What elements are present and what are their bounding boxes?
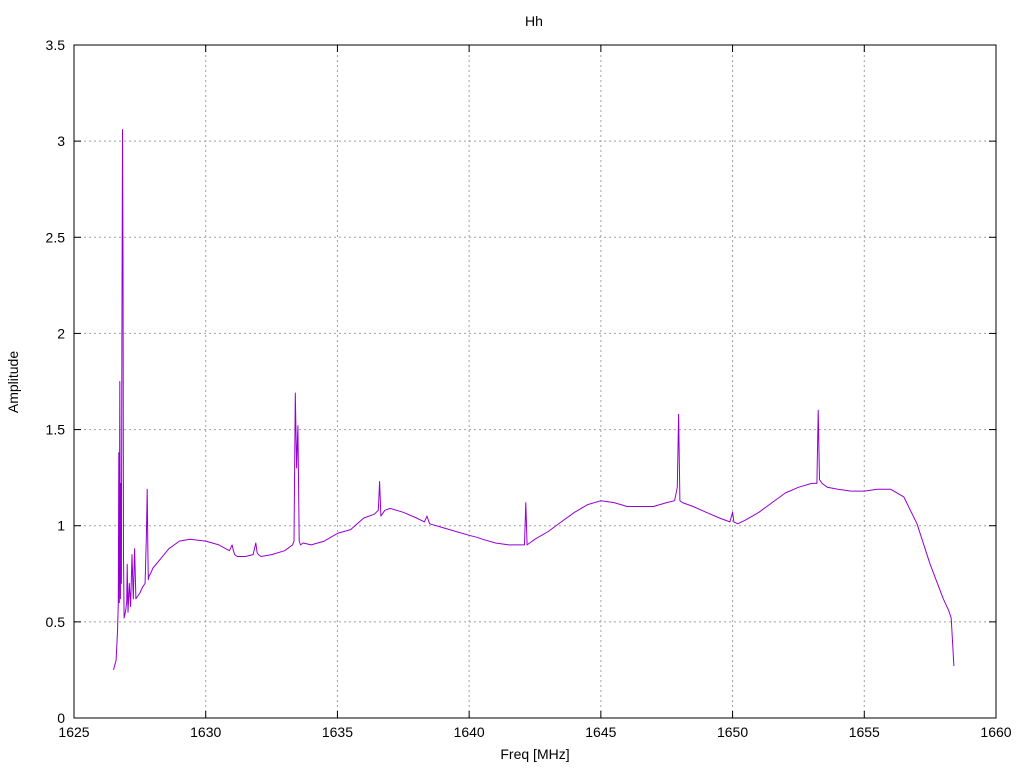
x-tick-label: 1655: [849, 724, 880, 740]
grid-lines: [74, 45, 996, 718]
chart-title: Hh: [525, 13, 543, 29]
y-tick-label: 0: [57, 710, 65, 726]
y-tick-label: 0.5: [46, 614, 66, 630]
x-tick-label: 1650: [717, 724, 748, 740]
x-tick-label: 1645: [585, 724, 616, 740]
x-axis-title: Freq [MHz]: [500, 746, 569, 762]
series-layer: [113, 129, 955, 671]
y-tick-label: 2: [57, 325, 65, 341]
x-tick-label: 1635: [322, 724, 353, 740]
y-tick-label: 1.5: [46, 422, 66, 438]
x-tick-label: 1625: [58, 724, 89, 740]
y-tick-label: 1: [57, 518, 65, 534]
x-tick-label: 1640: [454, 724, 485, 740]
y-tick-label: 3.5: [46, 37, 66, 53]
x-tick-label: 1630: [190, 724, 221, 740]
plot-area-frame: [73, 44, 997, 719]
y-axis-title: Amplitude: [5, 351, 21, 413]
axis-ticks: 1625 1630 1635 1640 1645 1650 1655 1660 0 0.5 1 1.5…: [46, 37, 1012, 740]
y-tick-label: 2.5: [46, 229, 66, 245]
amplitude-frequency-chart: Hh 1625 1630 1635 1640 1645 1650 1655 166000.51…: [5, 13, 1012, 762]
series-line-1: [113, 129, 955, 671]
y-tick-label: 3: [57, 133, 65, 149]
x-tick-label: 1660: [980, 724, 1011, 740]
